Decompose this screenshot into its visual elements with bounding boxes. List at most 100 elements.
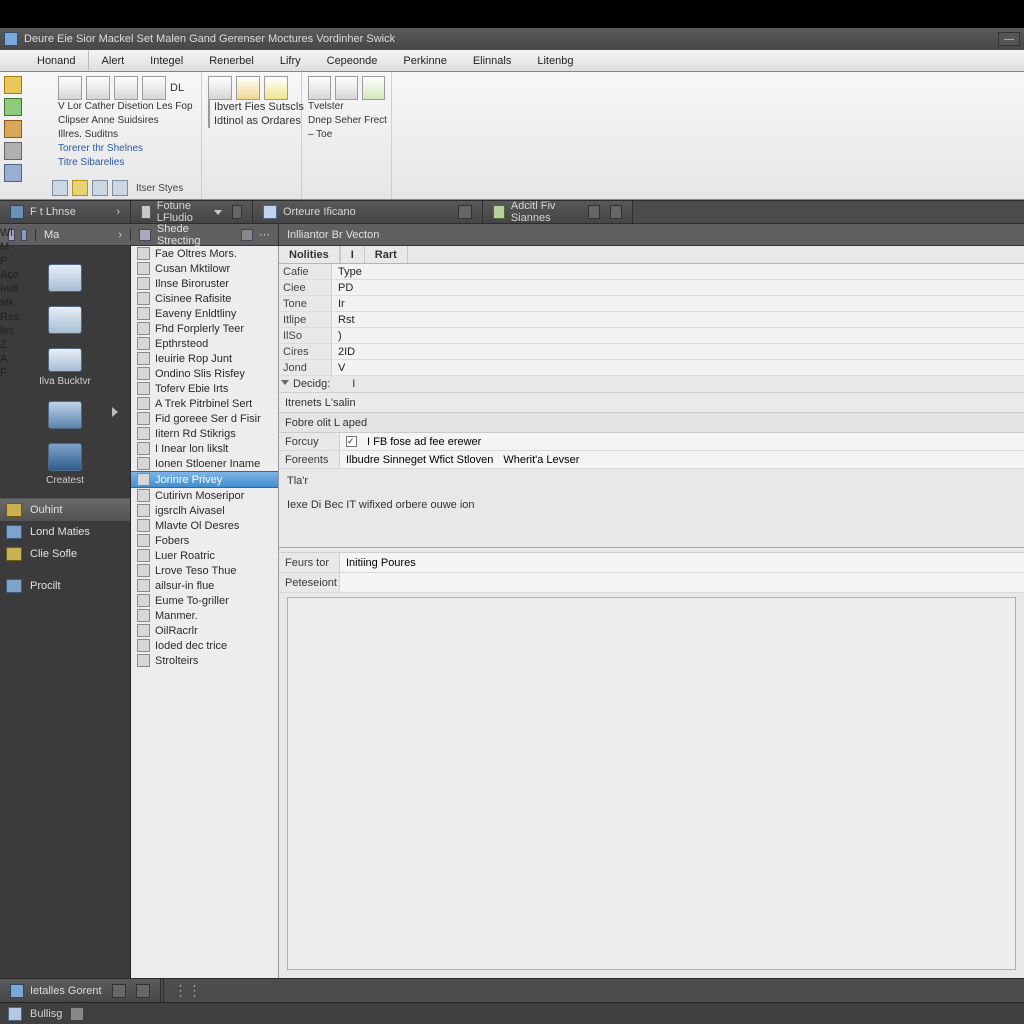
ribbon-text[interactable]: Illres. Suditns	[58, 128, 195, 142]
tree-item[interactable]: Ondino Slis Risfey	[131, 366, 278, 381]
property-value[interactable]: Type	[331, 264, 1024, 279]
tree-item[interactable]: Fhd Forplerly Teer	[131, 321, 278, 336]
tree-item[interactable]: Eume To-griller	[131, 593, 278, 608]
workspace-tab[interactable]: F t Lhnse ›	[0, 201, 131, 223]
workspace-tab[interactable]: Adcitl Fiv Siannes	[483, 201, 633, 223]
field-value[interactable]	[339, 573, 1024, 592]
mini-icon[interactable]	[208, 100, 210, 114]
crumb-label[interactable]: Shede Strecting	[157, 223, 235, 247]
tree-item[interactable]: Epthrsteod	[131, 336, 278, 351]
tree-item[interactable]: Fobers	[131, 533, 278, 548]
property-value[interactable]: PD	[331, 280, 1024, 295]
tab-tool-icon[interactable]	[610, 205, 622, 219]
tree-item[interactable]: igsrclh Aivasel	[131, 503, 278, 518]
workspace-tab[interactable]: Fotune LFludio	[131, 201, 253, 223]
tree-item[interactable]: Ieuirie Rop Junt	[131, 351, 278, 366]
menu-item[interactable]: Elinnals	[460, 50, 525, 71]
field-option[interactable]: Wherit'a Levser	[503, 454, 579, 466]
tool-icon[interactable]	[112, 180, 128, 196]
menu-item[interactable]: Cepeonde	[314, 50, 391, 71]
tree-item[interactable]: Ionen Stloener Iname	[131, 456, 278, 471]
ribbon-text[interactable]: Ibvert Fies Sutscls	[214, 100, 304, 114]
mini-icon[interactable]	[208, 114, 210, 128]
sidebar-item[interactable]: Procilt	[0, 575, 130, 597]
tree-item[interactable]: Fae Oltres Mors.	[131, 246, 278, 261]
sidebar-icon-item[interactable]: Createst	[30, 443, 100, 486]
sidebar-icon-item[interactable]: Ilva Bucktvr	[30, 348, 100, 387]
menu-item[interactable]: Honand	[24, 50, 89, 71]
tree-item[interactable]: Fid goreee Ser d Fisir	[131, 411, 278, 426]
tree-item[interactable]: Cisinee Rafisite	[131, 291, 278, 306]
tree-item[interactable]: Cutirivn Moseripor	[131, 488, 278, 503]
tree-item[interactable]: Lrove Teso Thue	[131, 563, 278, 578]
sidebar-item[interactable]: Clie Sofle	[0, 543, 130, 565]
tree-item[interactable]: A Trek Pitrbinel Sert	[131, 396, 278, 411]
ribbon-button-icon[interactable]	[308, 76, 331, 100]
tree-item[interactable]: I Inear lon likslt	[131, 441, 278, 456]
ribbon-text[interactable]: Torerer thr Shelnes	[58, 142, 195, 156]
tree-item[interactable]: Strolteirs	[131, 653, 278, 668]
ribbon-button-icon[interactable]	[236, 76, 260, 100]
sidebar-icon-item[interactable]	[30, 264, 100, 292]
tool-icon[interactable]	[4, 142, 22, 160]
property-value[interactable]: V	[331, 360, 1024, 375]
ribbon-button-icon[interactable]	[142, 76, 166, 100]
ribbon-button-icon[interactable]	[86, 76, 110, 100]
ribbon-text[interactable]: Tvelster	[308, 100, 385, 114]
field-option[interactable]: Ilbudre Sinneget Wfict Stloven	[346, 454, 493, 466]
tab-tool-icon[interactable]	[588, 205, 600, 219]
tab-tool-icon[interactable]	[458, 205, 472, 219]
tool-icon[interactable]	[4, 76, 22, 94]
property-value[interactable]: )	[331, 328, 1024, 343]
menu-item[interactable]: Litenbg	[524, 50, 586, 71]
tree-item[interactable]: Toferv Ebie Irts	[131, 381, 278, 396]
minimize-button[interactable]: —	[998, 32, 1020, 46]
tree-item[interactable]: Luer Roatric	[131, 548, 278, 563]
ribbon-button-icon[interactable]	[58, 76, 82, 100]
tree-item[interactable]: Mlavte Ol Desres	[131, 518, 278, 533]
tool-icon[interactable]	[4, 120, 22, 138]
tool-icon[interactable]	[72, 180, 88, 196]
property-expander[interactable]: Decidg:I	[279, 376, 1024, 393]
menu-item[interactable]: Alert	[89, 50, 138, 71]
ribbon-button-icon[interactable]	[335, 76, 358, 100]
workspace-tab[interactable]: Orteure Ificano	[253, 201, 483, 223]
property-value[interactable]: Ir	[331, 296, 1024, 311]
ribbon-text[interactable]: Titre Sibarelies	[58, 156, 195, 170]
ribbon-text[interactable]: – Toe	[308, 128, 385, 142]
ribbon-text[interactable]: Dnep Seher Frect	[308, 114, 385, 128]
menu-item[interactable]: Integel	[137, 50, 196, 71]
properties-header-col[interactable]: Rart	[365, 246, 408, 263]
tree-item[interactable]: Manmer.	[131, 608, 278, 623]
tree-item[interactable]: Eaveny Enldtliny	[131, 306, 278, 321]
field-value[interactable]: I FB fose ad fee erewer	[339, 433, 1024, 450]
ribbon-button-icon[interactable]	[114, 76, 138, 100]
tree-item[interactable]: Ioded dec trice	[131, 638, 278, 653]
field-value[interactable]: Ilbudre Sinneget Wfict Stloven Wherit'a L…	[339, 451, 1024, 468]
status-tab[interactable]: Ietalles Gorent	[0, 979, 161, 1002]
ribbon-button-icon[interactable]	[362, 76, 385, 100]
ribbon-button-icon[interactable]	[208, 76, 232, 100]
tree-item[interactable]: ailsur-in flue	[131, 578, 278, 593]
properties-header-col[interactable]: Nolities	[279, 246, 340, 263]
tool-icon[interactable]	[92, 180, 108, 196]
grip-handle-icon[interactable]: ⋮⋮	[164, 982, 202, 999]
status-icon[interactable]	[70, 1007, 84, 1021]
tool-icon[interactable]	[52, 180, 68, 196]
checkbox[interactable]	[346, 436, 357, 447]
sidebar-icon-item[interactable]	[30, 306, 100, 334]
status-tool-icon[interactable]	[112, 984, 126, 998]
tree-item[interactable]: Ilnse Biroruster	[131, 276, 278, 291]
menu-item[interactable]: Lifry	[267, 50, 314, 71]
sidebar-icon-item[interactable]	[30, 401, 100, 429]
field-value[interactable]: Initiing Poures	[339, 553, 1024, 572]
menu-item[interactable]: Renerbel	[196, 50, 267, 71]
menu-item[interactable]: Perkinne	[390, 50, 459, 71]
tab-close-icon[interactable]	[232, 205, 242, 219]
tree-item[interactable]: OilRacrlr	[131, 623, 278, 638]
tool-icon[interactable]	[4, 164, 22, 182]
tree-item[interactable]: Cusan Mktilowr	[131, 261, 278, 276]
tool-icon[interactable]	[4, 98, 22, 116]
status-tool-icon[interactable]	[136, 984, 150, 998]
property-value[interactable]: Rst	[331, 312, 1024, 327]
